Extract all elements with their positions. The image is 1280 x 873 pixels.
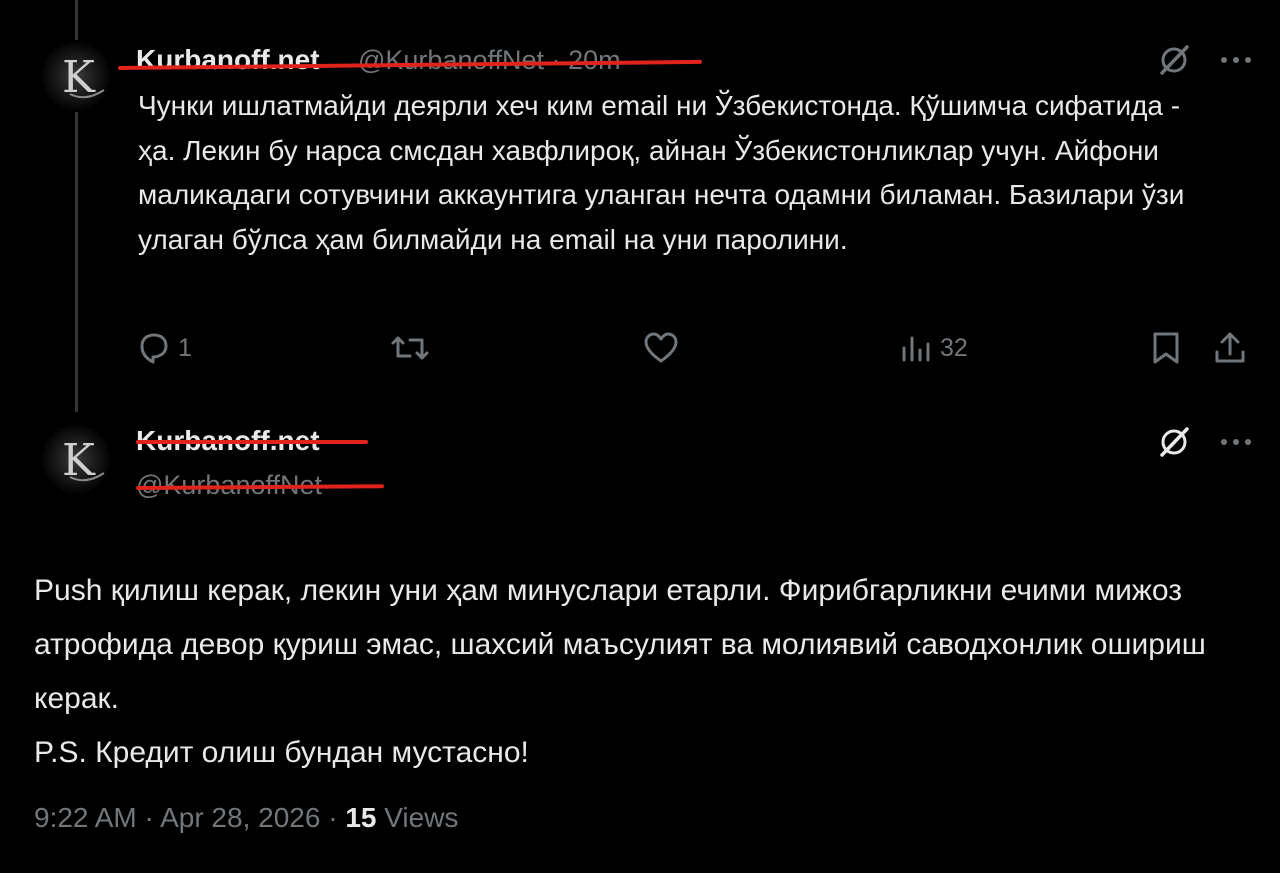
reply-grok-icon[interactable] — [1156, 424, 1192, 460]
bookmark-icon — [1153, 332, 1179, 364]
reply-text-ps: P.S. Кредит олиш бундан мустасно! — [34, 736, 529, 769]
avatar-logo-icon: K — [40, 40, 112, 112]
repost-icon — [391, 336, 429, 360]
tweet-top-actions — [1156, 42, 1254, 78]
separator-dot: · — [551, 45, 561, 75]
reply-count: 1 — [178, 333, 192, 362]
more-icon[interactable] — [1218, 42, 1254, 78]
avatar[interactable]: K — [40, 40, 112, 112]
reply-more-icon[interactable] — [1218, 424, 1254, 460]
separator-dot: · — [144, 802, 154, 833]
author-name[interactable]: Kurbanoff.net — [136, 44, 320, 76]
reply-avatar-logo-icon: K — [40, 423, 112, 495]
reply-text-paragraph: Push қилиш керак, лекин уни ҳам минуслар… — [34, 574, 1206, 715]
share-icon — [1215, 332, 1245, 363]
views-icon — [902, 336, 930, 362]
tweet-text: Чунки ишлатмайди деярли хеч ким email ни… — [138, 90, 1185, 255]
reply-top-actions — [1156, 424, 1254, 460]
bookmark-button[interactable] — [1150, 330, 1182, 366]
reply-tweet-text: Push қилиш керак, лекин уни ҳам минуслар… — [34, 564, 1254, 780]
reply-button[interactable]: 1 — [136, 330, 192, 366]
tweet-date[interactable]: Apr 28, 2026 — [160, 802, 320, 833]
views-label[interactable]: Views — [384, 802, 458, 833]
red-strike-mark-name — [136, 440, 368, 444]
separator-dot: · — [328, 802, 338, 833]
tweet-time[interactable]: 9:22 AM — [34, 802, 137, 833]
like-icon — [644, 332, 678, 363]
reply-avatar[interactable]: K — [40, 423, 112, 495]
red-strike-mark-handle — [135, 484, 385, 490]
grok-icon[interactable] — [1156, 42, 1192, 78]
like-button[interactable] — [642, 330, 686, 366]
views-button[interactable]: 32 — [900, 330, 968, 366]
share-button[interactable] — [1212, 330, 1248, 366]
author-handle[interactable]: @KurbanoffNet — [358, 45, 544, 75]
views-count: 32 — [940, 333, 968, 362]
tweet-meta: 9:22 AM · Apr 28, 2026 · 15 Views — [34, 802, 458, 834]
repost-button[interactable] — [390, 330, 436, 366]
views-total[interactable]: 15 — [345, 802, 376, 833]
reply-icon — [140, 333, 168, 364]
